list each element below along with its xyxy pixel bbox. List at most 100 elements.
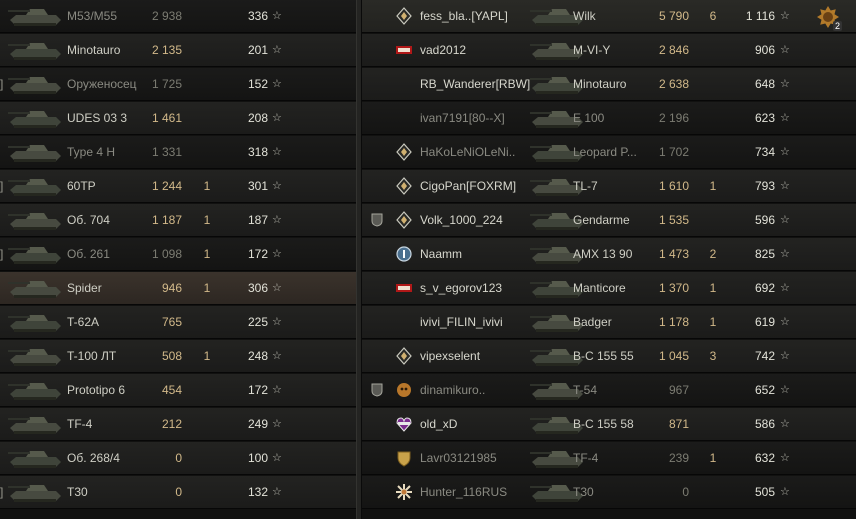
left-player-row[interactable]: TF-4 212 249 ☆ <box>0 408 356 441</box>
tank-name: M-VI-Y <box>573 43 611 57</box>
xp-value: 505 <box>754 485 775 499</box>
xp-value: 187 <box>247 213 268 227</box>
player-name[interactable]: HaKoLeNiOLeNi.. <box>420 136 515 168</box>
left-player-row[interactable]: UDES 03 3 1 461 208 ☆ <box>0 102 356 135</box>
tank-name: Spider <box>67 281 102 295</box>
player-name[interactable]: vad2012 <box>420 34 466 66</box>
right-player-row[interactable]: Hunter_116RUS T30 0 505 ☆ <box>362 476 856 509</box>
tank-name: B-C 155 58 <box>573 417 634 431</box>
left-player-row[interactable]: ] 60TP 1 244 1 301 ☆ <box>0 170 356 203</box>
tank-name: B-C 155 55 <box>573 349 634 363</box>
left-player-row[interactable]: T-62A 765 225 ☆ <box>0 306 356 339</box>
frags-value: 1 <box>709 451 717 465</box>
left-player-row[interactable]: Об. 268/4 0 100 ☆ <box>0 442 356 475</box>
tank-name: Об. 704 <box>67 213 110 227</box>
damage-value: 2 638 <box>658 77 689 91</box>
star-icon: ☆ <box>780 146 790 158</box>
left-player-row[interactable]: Spider 946 1 306 ☆ <box>0 272 356 305</box>
player-name[interactable]: ivan7191[80--X] <box>420 102 505 134</box>
right-player-row[interactable]: s_v_egorov123 Manticore 1 370 1 692 ☆ <box>362 272 856 305</box>
player-name[interactable]: CigoPan[FOXRM] <box>420 170 516 202</box>
tank-name: AMX 13 90 <box>573 247 633 261</box>
xp-value: 100 <box>247 451 268 465</box>
right-player-row[interactable]: dinamikuro.. T-54 967 652 ☆ <box>362 374 856 407</box>
star-icon: ☆ <box>272 418 282 430</box>
xp-value: 172 <box>247 247 268 261</box>
frags-value <box>197 374 217 406</box>
xp-value: 318 <box>247 145 268 159</box>
right-player-row[interactable]: Naamm AMX 13 90 1 473 2 825 ☆ <box>362 238 856 271</box>
tank-name: Об. 268/4 <box>67 451 120 465</box>
xp-value: 619 <box>754 315 775 329</box>
platoon-icon <box>370 213 384 227</box>
player-name[interactable]: Naamm <box>420 238 462 270</box>
frags-value: 1 <box>203 281 211 295</box>
star-icon: ☆ <box>780 350 790 362</box>
left-team-panel: M53/M55 2 938 336 ☆ Minotauro 2 135 201 ☆] Оруже… <box>0 0 356 519</box>
tank-name: TL-7 <box>573 179 598 193</box>
player-name[interactable]: vipexselent <box>420 340 480 372</box>
damage-value: 2 196 <box>658 111 689 125</box>
frags-value <box>197 408 217 440</box>
damage-value: 5 790 <box>658 9 689 23</box>
player-name[interactable]: Hunter_116RUS <box>420 476 507 508</box>
player-name[interactable]: s_v_egorov123 <box>420 272 502 304</box>
right-player-row[interactable]: RB_Wanderer[RBW] Minotauro 2 638 648 ☆ <box>362 68 856 101</box>
right-player-row[interactable]: ivivi_FILIN_ivivi Badger 1 178 1 619 ☆ <box>362 306 856 339</box>
star-icon: ☆ <box>780 180 790 192</box>
frags-value <box>197 0 217 32</box>
rank-diamond-icon <box>395 177 413 195</box>
tank-name: T-100 ЛТ <box>67 349 117 363</box>
right-player-row[interactable]: vipexselent B-C 155 55 1 045 3 742 ☆ <box>362 340 856 373</box>
frags-value: 1 <box>203 247 211 261</box>
tank-name: Wilk <box>573 9 596 23</box>
star-icon: ☆ <box>780 214 790 226</box>
star-icon: ☆ <box>780 78 790 90</box>
left-player-row[interactable]: M53/M55 2 938 336 ☆ <box>0 0 356 33</box>
tank-icon <box>6 174 64 198</box>
left-player-row[interactable]: Об. 704 1 187 1 187 ☆ <box>0 204 356 237</box>
right-player-row[interactable]: ivan7191[80--X] E 100 2 196 623 ☆ <box>362 102 856 135</box>
right-player-row[interactable]: CigoPan[FOXRM] TL-7 1 610 1 793 ☆ <box>362 170 856 203</box>
tank-icon <box>6 4 64 28</box>
damage-value: 1 610 <box>658 179 689 193</box>
right-player-row[interactable]: Volk_1000_224 Gendarme 1 535 596 ☆ <box>362 204 856 237</box>
player-name[interactable]: dinamikuro.. <box>420 374 485 406</box>
star-icon: ☆ <box>272 10 282 22</box>
damage-value: 508 <box>161 349 182 363</box>
frags-value <box>703 136 723 168</box>
left-player-row[interactable]: T-100 ЛТ 508 1 248 ☆ <box>0 340 356 373</box>
damage-value: 1 535 <box>658 213 689 227</box>
left-player-row[interactable]: Prototipo 6 454 172 ☆ <box>0 374 356 407</box>
player-name[interactable]: ivivi_FILIN_ivivi <box>420 306 503 338</box>
damage-value: 212 <box>161 417 182 431</box>
right-player-row[interactable]: fess_bla..[YAPL] Wilk 5 790 6 1 116 ☆ 2 <box>362 0 856 33</box>
star-icon: ☆ <box>272 180 282 192</box>
player-name[interactable]: old_xD <box>420 408 457 440</box>
player-name[interactable]: fess_bla..[YAPL] <box>420 0 508 32</box>
left-player-row[interactable]: ] Оруженосец 1 725 152 ☆ <box>0 68 356 101</box>
damage-value: 1 331 <box>151 145 182 159</box>
frags-value <box>197 306 217 338</box>
tank-icon <box>6 480 64 504</box>
damage-value: 946 <box>161 281 182 295</box>
tank-icon <box>6 72 64 96</box>
tank-icon <box>6 446 64 470</box>
right-player-row[interactable]: HaKoLeNiOLeNi.. Leopard P... 1 702 734 ☆ <box>362 136 856 169</box>
tank-name: Prototipo 6 <box>67 383 126 397</box>
medal-icon: 2 <box>816 5 842 31</box>
frags-value: 1 <box>203 179 211 193</box>
left-player-row[interactable]: ] T30 0 132 ☆ <box>0 476 356 509</box>
player-name[interactable]: Lavr03121985 <box>420 442 497 474</box>
player-name[interactable]: RB_Wanderer[RBW] <box>420 68 530 100</box>
left-player-row[interactable]: Type 4 H 1 331 318 ☆ <box>0 136 356 169</box>
player-name[interactable]: Volk_1000_224 <box>420 204 503 236</box>
tank-icon <box>6 344 64 368</box>
right-player-row[interactable]: Lavr03121985 TF-4 239 1 632 ☆ <box>362 442 856 475</box>
right-player-row[interactable]: vad2012 M-VI-Y 2 846 906 ☆ <box>362 34 856 67</box>
right-player-row[interactable]: old_xD B-C 155 58 871 586 ☆ <box>362 408 856 441</box>
frags-value <box>197 102 217 134</box>
left-player-row[interactable]: Minotauro 2 135 201 ☆ <box>0 34 356 67</box>
left-player-row[interactable]: ] Об. 261 1 098 1 172 ☆ <box>0 238 356 271</box>
damage-value: 1 473 <box>658 247 689 261</box>
